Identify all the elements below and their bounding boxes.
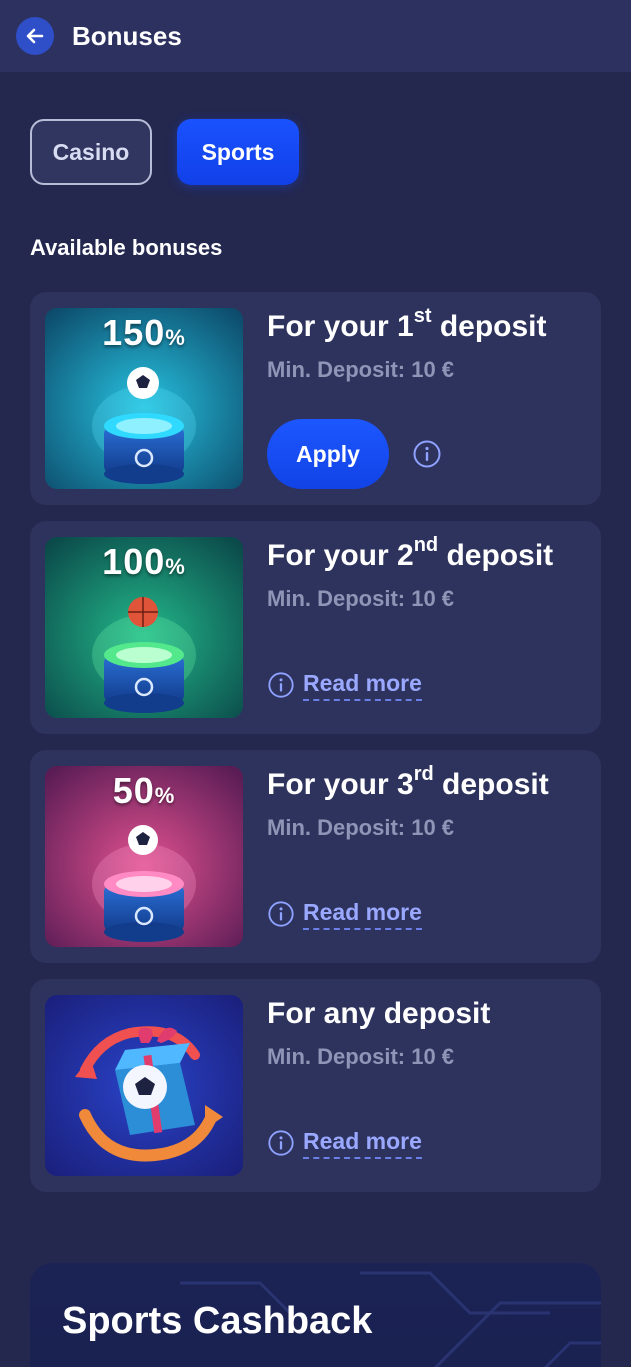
bonus-title: For your 1st deposit	[267, 305, 547, 346]
bonus-title-text: For your 1	[267, 310, 414, 343]
bonus-title-suffix: deposit	[438, 539, 554, 572]
bonus-image: 150%	[45, 308, 243, 489]
top-bar: Bonuses	[0, 0, 631, 72]
bonuses-page: Bonuses Casino Sports Available bonuses	[0, 0, 631, 1367]
read-more-link[interactable]: Read more	[267, 668, 422, 702]
tab-sports[interactable]: Sports	[177, 119, 299, 185]
bonus-title: For any deposit	[267, 995, 490, 1033]
back-button[interactable]	[16, 17, 54, 55]
bonus-title-text: For your 2	[267, 539, 414, 572]
section-heading: Available bonuses	[30, 235, 223, 260]
bonus-percent: 50	[112, 770, 155, 811]
basketball-icon	[128, 597, 158, 627]
football-icon	[128, 825, 158, 855]
read-more-link[interactable]: Read more	[267, 1126, 422, 1160]
bonus-card-1st-deposit: 150% For your 1st deposit Min. Deposit: …	[30, 292, 601, 505]
bonus-title-ordinal: rd	[413, 763, 434, 785]
page-title: Bonuses	[72, 21, 182, 51]
bonus-image	[45, 995, 243, 1176]
bonus-card-any-deposit: For any deposit Min. Deposit: 10 € Read …	[30, 979, 601, 1192]
bonus-title-ordinal: st	[413, 305, 432, 327]
bonus-title-suffix: deposit	[431, 310, 547, 343]
cashback-title: Sports Cashback	[62, 1300, 373, 1342]
football-icon	[123, 1065, 167, 1109]
min-deposit: Min. Deposit: 10 €	[267, 357, 455, 382]
bonus-percent: 100	[102, 541, 166, 582]
bonus-percent: 150	[102, 312, 166, 353]
bonus-card-2nd-deposit: 100% For your 2nd deposit Min. Deposit: …	[30, 521, 601, 734]
percent-sign: %	[165, 554, 186, 579]
bonus-title: For your 2nd deposit	[267, 534, 554, 575]
bonus-image: 100%	[45, 537, 243, 718]
min-deposit: Min. Deposit: 10 €	[267, 815, 455, 840]
football-icon	[127, 367, 159, 399]
bonus-card-3rd-deposit: 50% For your 3rd deposit Min. Deposit: 1…	[30, 750, 601, 963]
bonus-title-suffix: deposit	[433, 768, 549, 801]
info-icon	[268, 901, 294, 927]
percent-sign: %	[165, 325, 186, 350]
read-more-label: Read more	[303, 669, 422, 701]
apply-button[interactable]: Apply	[267, 419, 389, 489]
percent-sign: %	[154, 783, 176, 808]
info-icon	[268, 672, 294, 698]
bonus-title-text: For your 3	[267, 768, 414, 801]
bonus-title-text: For any deposit	[267, 997, 491, 1030]
tab-casino[interactable]: Casino	[30, 119, 152, 185]
read-more-link[interactable]: Read more	[267, 897, 422, 931]
read-more-label: Read more	[303, 1127, 422, 1159]
arrow-left-icon	[26, 28, 44, 44]
info-icon[interactable]	[412, 439, 442, 469]
info-icon	[268, 1130, 294, 1156]
sports-cashback-banner[interactable]: Sports Cashback	[30, 1263, 601, 1367]
min-deposit: Min. Deposit: 10 €	[267, 1044, 455, 1069]
bonus-title: For your 3rd deposit	[267, 763, 549, 804]
min-deposit: Min. Deposit: 10 €	[267, 586, 455, 611]
bonus-image: 50%	[45, 766, 243, 947]
bonus-title-ordinal: nd	[413, 534, 439, 556]
read-more-label: Read more	[303, 898, 422, 930]
